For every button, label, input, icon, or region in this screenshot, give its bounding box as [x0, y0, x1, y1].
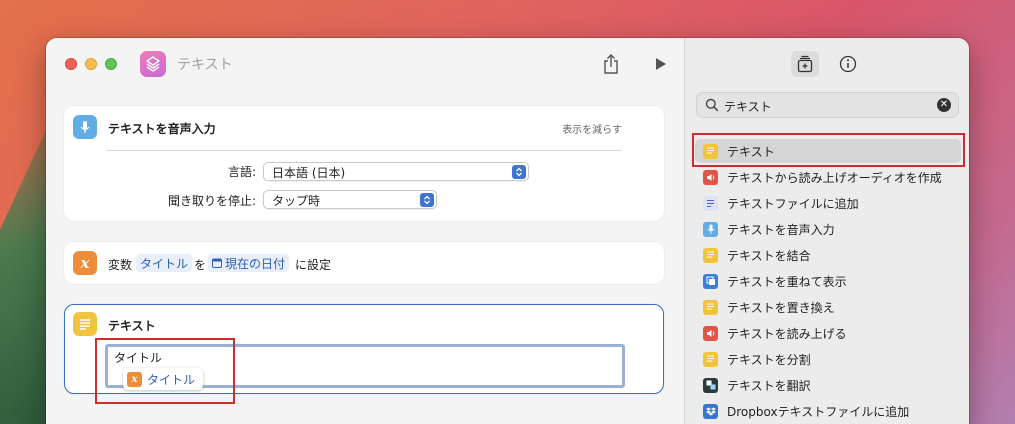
zoom-button[interactable] [105, 58, 117, 70]
library-item[interactable]: Dropboxテキストファイルに追加 [695, 399, 961, 423]
library-item-label: テキストを結合 [727, 248, 811, 263]
library-item[interactable]: テキストを分割 [695, 347, 961, 371]
stop-listening-label: 聞き取りを停止: [167, 194, 256, 208]
details-button[interactable] [834, 51, 862, 77]
library-item[interactable]: テキストを置き換え [695, 295, 961, 319]
language-value: 日本語 (日本) [272, 166, 346, 180]
variable-name: タイトル [140, 256, 189, 271]
shortcuts-window: テキスト テキストを音声入力 表示を減らす 言語: 日本語 (日本) 聞き取りを… [46, 38, 969, 424]
text-icon [703, 247, 718, 263]
library-item[interactable]: テキストを翻訳 [695, 373, 961, 397]
divider [106, 150, 622, 151]
library-item-label: テキストを分割 [727, 352, 811, 367]
library-item-label: テキストを音声入力 [727, 222, 835, 237]
set-variable-to: を [194, 258, 207, 272]
language-popup[interactable]: 日本語 (日本) [263, 162, 529, 181]
action-search-field[interactable]: テキスト ✕ [696, 92, 959, 118]
highlight-box [692, 133, 965, 167]
overlay-icon [703, 273, 718, 289]
speaker-icon [703, 169, 718, 185]
action-title: テキスト [108, 319, 156, 333]
search-icon [705, 98, 719, 112]
clear-search-icon[interactable]: ✕ [937, 98, 951, 112]
search-input[interactable]: テキスト [724, 98, 772, 115]
library-item-label: テキストを読み上げる [727, 326, 847, 341]
updown-chevron-icon [512, 165, 526, 179]
variable-name-token[interactable]: タイトル [136, 254, 193, 272]
play-icon [656, 58, 666, 70]
library-item-label: テキストを翻訳 [727, 378, 811, 393]
calendar-icon [212, 258, 222, 268]
updown-chevron-icon [420, 193, 434, 207]
action-library-button[interactable] [791, 51, 819, 77]
language-label: 言語: [227, 165, 256, 179]
text-icon [703, 351, 718, 367]
action-title: テキストを音声入力 [108, 122, 216, 136]
stop-listening-popup[interactable]: タップ時 [263, 190, 437, 209]
library-item-label: テキストから読み上げオーディオを作成 [727, 170, 942, 185]
set-variable-prefix: 変数 [108, 258, 133, 272]
current-date-value: 現在の日付 [225, 256, 286, 271]
library-item[interactable]: テキストを読み上げる [695, 321, 961, 345]
file-append-icon [703, 195, 718, 211]
library-icon [797, 55, 813, 73]
current-date-token[interactable]: 現在の日付 [208, 254, 290, 272]
layers-icon [146, 56, 160, 72]
library-item-label: テキストファイルに追加 [727, 196, 859, 211]
variable-icon: x [73, 251, 97, 275]
shortcut-icon[interactable] [140, 51, 166, 77]
share-icon [604, 54, 618, 74]
library-item[interactable]: テキストを結合 [695, 243, 961, 267]
window-title[interactable]: テキスト [177, 54, 233, 74]
close-button[interactable] [65, 58, 77, 70]
library-item[interactable]: テキストから読み上げオーディオを作成 [695, 165, 961, 189]
dictate-text-action[interactable]: テキストを音声入力 表示を減らす 言語: 日本語 (日本) 聞き取りを停止: タ… [64, 106, 664, 221]
library-item[interactable]: テキストを重ねて表示 [695, 269, 961, 293]
set-variable-suffix: に設定 [295, 258, 332, 272]
editor-pane: テキスト テキストを音声入力 表示を減らす 言語: 日本語 (日本) 聞き取りを… [46, 38, 684, 424]
stop-listening-value: タップ時 [272, 194, 321, 208]
library-item-label: テキストを置き換え [727, 300, 835, 315]
library-item-label: テキストを重ねて表示 [727, 274, 847, 289]
set-variable-action[interactable]: x 変数 タイトル を 現在の日付 に設定 [64, 242, 664, 284]
microphone-icon [73, 115, 97, 139]
text-icon [73, 312, 97, 336]
info-icon [839, 55, 857, 73]
run-button[interactable] [652, 54, 670, 74]
translate-icon [703, 377, 718, 393]
speaker-icon [703, 325, 718, 341]
minimize-button[interactable] [85, 58, 97, 70]
library-item[interactable]: テキストファイルに追加 [695, 191, 961, 215]
highlight-box [95, 338, 235, 404]
dropbox-icon [703, 403, 718, 419]
text-icon [703, 299, 718, 315]
library-item[interactable]: テキストを音声入力 [695, 217, 961, 241]
show-less-button[interactable]: 表示を減らす [562, 121, 622, 136]
action-library-pane: テキスト ✕ テキストテキストから読み上げオーディオを作成 テキストファイルに追加… [684, 38, 969, 424]
share-button[interactable] [600, 52, 622, 76]
library-item-label: Dropboxテキストファイルに追加 [727, 404, 910, 419]
microphone-icon [703, 221, 718, 237]
